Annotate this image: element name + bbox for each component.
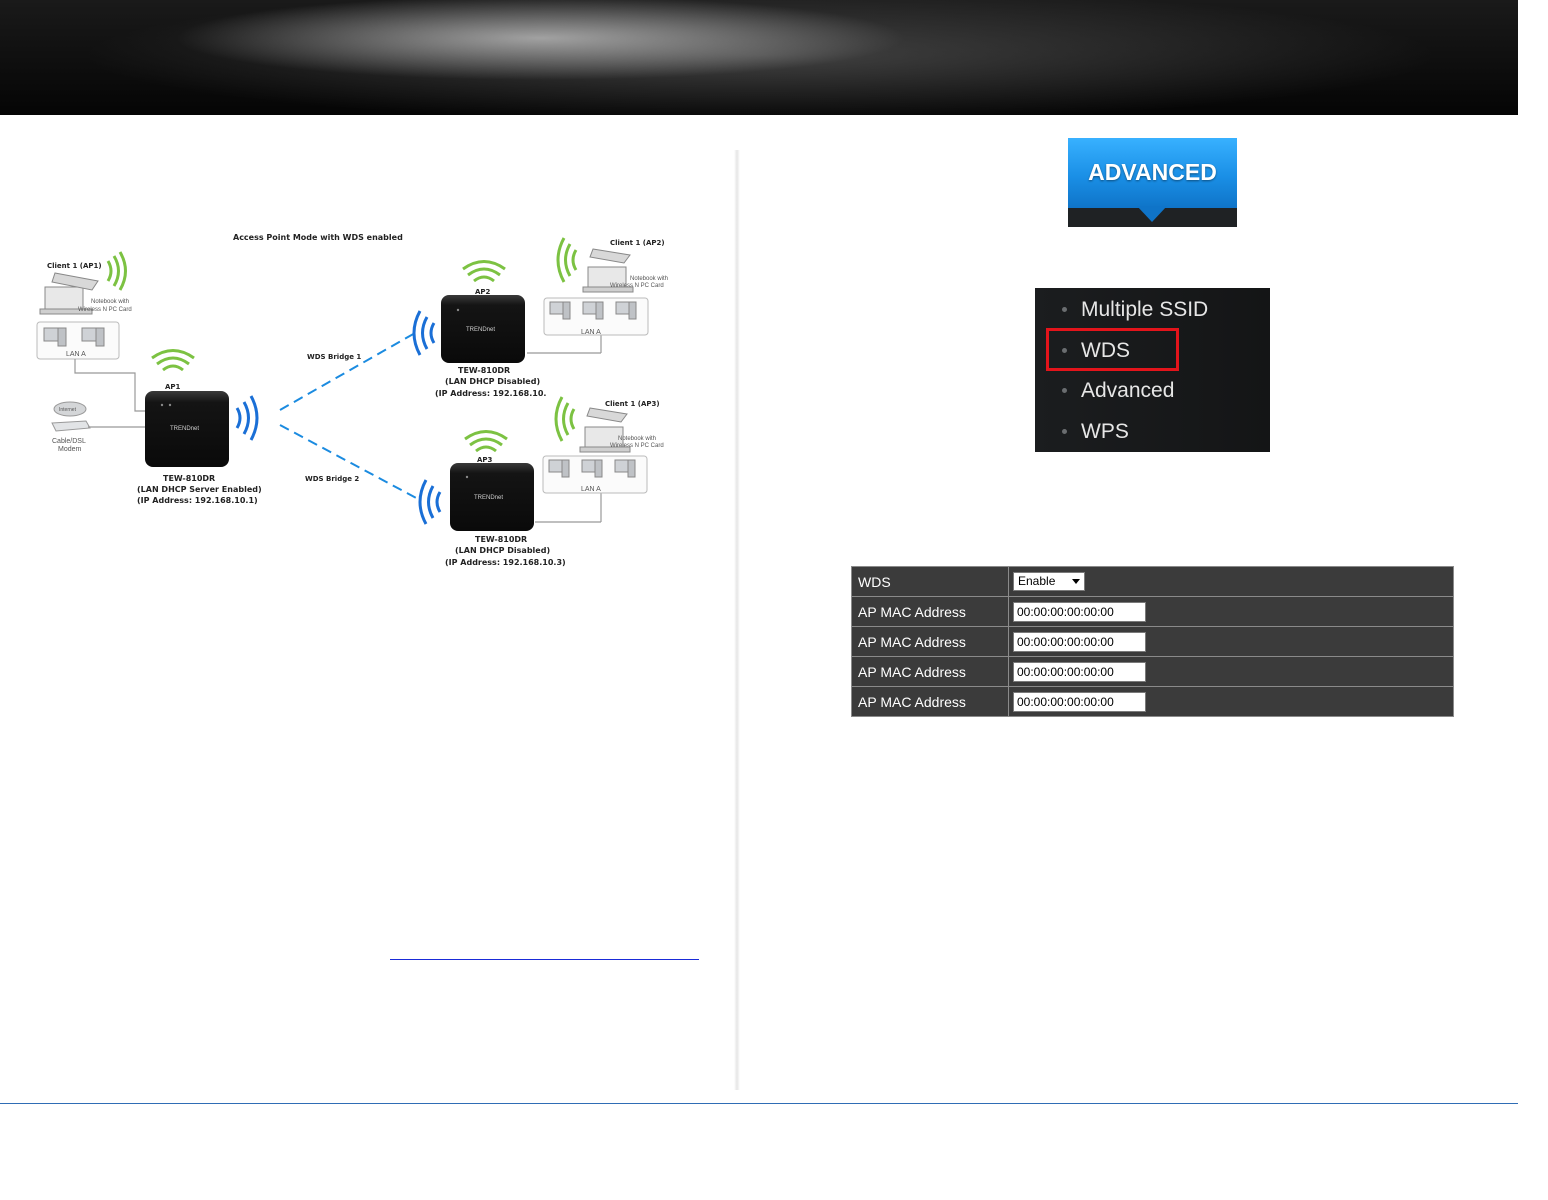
ap-mac-input-4[interactable]: 00:00:00:00:00:00: [1013, 691, 1146, 712]
ap-mac-input-3[interactable]: 00:00:00:00:00:00: [1013, 661, 1146, 682]
notebook-caption: Notebook with: [618, 436, 656, 442]
antenna-signal-icon: [418, 479, 442, 525]
client-ap2-label: Client 1 (AP2): [610, 239, 665, 247]
ap-mac-label: AP MAC Address: [851, 626, 1009, 657]
wifi-signal-icon: [556, 237, 578, 283]
wifi-signal-icon: [554, 396, 576, 442]
wds-label: WDS: [851, 566, 1009, 597]
table-row: AP MAC Address 00:00:00:00:00:00: [851, 626, 1454, 657]
wds-settings-table: WDS Enable AP MAC Address 00:00:00:00:00…: [851, 566, 1454, 717]
ap3-mode: (LAN DHCP Disabled): [455, 546, 550, 555]
main-router-mode: (LAN DHCP Server Enabled): [137, 485, 262, 494]
wds-bridge-2-label: WDS Bridge 2: [305, 475, 359, 483]
advanced-button-label: ADVANCED: [1088, 159, 1217, 185]
menu-item-advanced[interactable]: Advanced: [1035, 371, 1270, 411]
bullet-icon: [1062, 388, 1067, 393]
ap-mac-label: AP MAC Address: [851, 596, 1009, 627]
modem-label: Modem: [58, 446, 82, 453]
ap2-label: AP2: [475, 288, 491, 296]
wds-select-value: Enable: [1018, 574, 1056, 588]
main-router-model: TEW-810DR: [163, 474, 215, 483]
wds-highlight-box: [1046, 328, 1179, 371]
wifi-signal-icon: [106, 251, 127, 291]
table-row: AP MAC Address 00:00:00:00:00:00: [851, 686, 1454, 717]
advanced-button[interactable]: ADVANCED: [1068, 138, 1237, 227]
ap1-label: AP1: [165, 383, 181, 391]
ap3-model: TEW-810DR: [475, 535, 527, 544]
antenna-signal-icon: [235, 395, 259, 441]
wifi-signal-icon: [462, 260, 506, 283]
ap2-model: TEW-810DR: [458, 366, 510, 375]
lan-label: LAN A: [581, 329, 601, 336]
table-row: AP MAC Address 00:00:00:00:00:00: [851, 596, 1454, 627]
ap3-ip: (IP Address: 192.168.10.3): [445, 558, 566, 567]
ap2-mode: (LAN DHCP Disabled): [445, 377, 540, 386]
router-brand: TRENDnet: [466, 327, 495, 333]
client-ap3-label: Client 1 (AP3): [605, 400, 660, 408]
menu-item-multiple-ssid[interactable]: Multiple SSID: [1035, 290, 1270, 330]
ap3-label: AP3: [477, 456, 493, 464]
client-ap1-label: Client 1 (AP1): [47, 262, 102, 270]
modem-icon: [51, 420, 91, 432]
antenna-signal-icon: [412, 310, 436, 356]
hyperlink-underline[interactable]: [390, 959, 699, 960]
wds-bridge-1-label: WDS Bridge 1: [307, 353, 361, 361]
modem-label: Cable/DSL: [52, 438, 86, 445]
table-row: AP MAC Address 00:00:00:00:00:00: [851, 656, 1454, 687]
notebook-caption: Notebook with: [630, 276, 668, 282]
ap-mac-input-2[interactable]: 00:00:00:00:00:00: [1013, 631, 1146, 652]
table-row: WDS Enable: [851, 566, 1454, 597]
wds-network-diagram: Access Point Mode with WDS enabled Clien…: [36, 233, 668, 567]
ap-mac-input-1[interactable]: 00:00:00:00:00:00: [1013, 601, 1146, 622]
wds-enable-select[interactable]: Enable: [1013, 572, 1085, 591]
notebook-caption: Wireless N PC Card: [610, 443, 664, 449]
notebook-caption: Wireless N PC Card: [610, 283, 664, 289]
ap2-ip: (IP Address: 192.168.10.: [435, 389, 546, 398]
ap-mac-label: AP MAC Address: [851, 686, 1009, 717]
ap-mac-label: AP MAC Address: [851, 656, 1009, 687]
menu-item-label: Advanced: [1081, 379, 1175, 402]
lan-label: LAN A: [66, 351, 86, 358]
notebook-caption: Notebook with: [91, 299, 129, 305]
column-divider: [734, 150, 740, 1090]
wifi-signal-icon: [464, 430, 508, 453]
wifi-signal-icon: [151, 349, 195, 372]
notebook-caption: Wireless N PC Card: [78, 307, 132, 313]
bullet-icon: [1062, 429, 1067, 434]
menu-item-wps[interactable]: WPS: [1035, 412, 1270, 452]
menu-item-label: WPS: [1081, 420, 1129, 443]
header-banner: [0, 0, 1518, 115]
internet-label: Internet: [59, 407, 77, 413]
main-router-ip: (IP Address: 192.168.10.1): [137, 496, 258, 505]
chevron-down-icon: [1072, 579, 1080, 584]
lan-label: LAN A: [581, 486, 601, 493]
router-brand: TRENDnet: [170, 426, 199, 432]
bullet-icon: [1062, 307, 1067, 312]
router-brand: TRENDnet: [474, 495, 503, 501]
caret-down-icon: [1137, 206, 1167, 222]
menu-item-label: Multiple SSID: [1081, 298, 1209, 321]
diagram-title: Access Point Mode with WDS enabled: [233, 233, 403, 242]
footer-rule: [0, 1103, 1518, 1104]
